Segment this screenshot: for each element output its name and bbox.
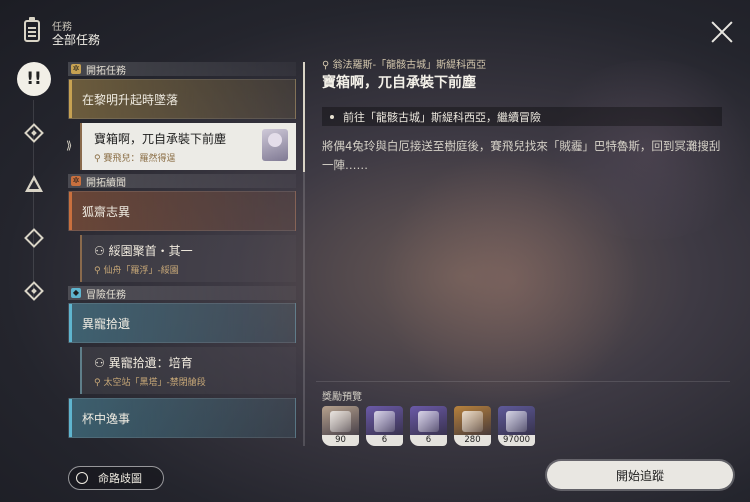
- quest-title: 杯中逸事: [82, 411, 131, 426]
- reward-quantity: 6: [366, 435, 403, 446]
- reward-item[interactable]: 6: [366, 406, 403, 446]
- reward-item[interactable]: 6: [410, 406, 447, 446]
- reward-quantity: 280: [454, 435, 491, 446]
- nav-adventure-icon[interactable]: [22, 226, 46, 250]
- page-title: 全部任務: [52, 33, 101, 47]
- category-trailblaze: ✲ 開拓任務: [68, 62, 296, 77]
- category-adventure: ◆ 冒險任務: [68, 286, 296, 301]
- category-label: 開拓任務: [86, 65, 126, 77]
- reward-quantity: 90: [322, 435, 359, 446]
- path-map-button[interactable]: 命路歧圖: [68, 466, 164, 490]
- quest-title: 在黎明升起時墜落: [82, 92, 179, 107]
- path-map-label: 命路歧圖: [98, 472, 142, 485]
- nav-all-quests-icon[interactable]: !!: [17, 62, 51, 96]
- subquest-location: ⚲ 仙舟「羅浮」-綏園: [94, 266, 179, 276]
- nav-daily-icon[interactable]: [22, 279, 46, 303]
- ticket-icon: [374, 411, 395, 432]
- subquest-location: ⚲ 太空站「黑塔」-禁閉艙段: [94, 378, 206, 388]
- start-tracking-button[interactable]: 開始追蹤: [547, 461, 733, 489]
- special-ticket-icon: [418, 411, 439, 432]
- potion-icon: [462, 411, 483, 432]
- quest-item[interactable]: 杯中逸事: [68, 398, 296, 438]
- quest-location: ⚲ 翁法羅斯-「龍骸古城」斯緹科西亞: [322, 60, 487, 71]
- category-label: 開拓續聞: [86, 177, 126, 189]
- divider: [316, 381, 730, 382]
- quest-objective: 前往「龍骸古城」斯緹科西亞，繼續冒險: [322, 107, 722, 126]
- crystal-icon: [330, 411, 351, 432]
- quest-title: 狐齋志異: [82, 204, 131, 219]
- adventure-icon: ◆: [71, 288, 81, 298]
- subquest-item[interactable]: ⚇ 異寵拾遺：培育 ⚲ 太空站「黑塔」-禁閉艙段: [80, 347, 296, 394]
- bullet-icon: [330, 114, 334, 119]
- reward-quantity: 6: [410, 435, 447, 446]
- category-label: 冒險任務: [86, 289, 126, 301]
- close-icon[interactable]: [711, 21, 733, 43]
- nav-trailblaze-icon[interactable]: [22, 121, 46, 145]
- quest-item[interactable]: 異寵拾遺: [68, 303, 296, 343]
- quest-title: 異寵拾遺: [82, 316, 131, 331]
- continuance-icon: ✲: [71, 176, 81, 186]
- objective-text: 前往「龍骸古城」斯緹科西亞，繼續冒險: [343, 110, 541, 124]
- subquest-title: ⚇ 綏園聚首・其一: [94, 244, 193, 258]
- quest-item[interactable]: 狐齋志異: [68, 191, 296, 231]
- subquest-title: ⚇ 異寵拾遺：培育: [94, 356, 193, 370]
- quest-detail-title: 寶箱啊，兀自承裝下前塵: [322, 75, 476, 91]
- planet-icon: [76, 472, 88, 484]
- credit-icon: [506, 411, 527, 432]
- quest-item[interactable]: 在黎明升起時墜落: [68, 79, 296, 119]
- subquest-location: ⚲ 賽飛兒：羅然得逞: [94, 154, 176, 164]
- clipboard-icon: [24, 17, 40, 42]
- rewards-title: 獎勵預覽: [322, 392, 362, 403]
- subquest-title: 寶箱啊，兀自承裝下前塵: [94, 132, 227, 146]
- rewards-row: 90 6 6 280 97000: [322, 406, 535, 446]
- reward-item[interactable]: 97000: [498, 406, 535, 446]
- scrollbar-thumb[interactable]: [303, 62, 305, 172]
- subquest-item-selected[interactable]: 寶箱啊，兀自承裝下前塵 ⚲ 賽飛兒：羅然得逞: [80, 123, 296, 170]
- reward-item[interactable]: 280: [454, 406, 491, 446]
- reward-quantity: 97000: [498, 435, 535, 446]
- trailblaze-icon: ✲: [71, 64, 81, 74]
- character-avatar: [262, 129, 288, 161]
- quest-description: 將偶4兔玲與白厄接送至樹庭後，賽飛兒找來「賊霾」巴特魯斯，回到冥灘搜刮一陣……: [322, 139, 721, 172]
- subquest-item[interactable]: ⚇ 綏園聚首・其一 ⚲ 仙舟「羅浮」-綏園: [80, 235, 296, 282]
- reward-item[interactable]: 90: [322, 406, 359, 446]
- nav-continuance-icon[interactable]: [22, 173, 46, 197]
- category-continuance: ✲ 開拓續聞: [68, 174, 296, 189]
- quest-list[interactable]: ✲ 開拓任務 在黎明升起時墜落 寶箱啊，兀自承裝下前塵 ⚲ 賽飛兒：羅然得逞 ✲…: [68, 58, 296, 450]
